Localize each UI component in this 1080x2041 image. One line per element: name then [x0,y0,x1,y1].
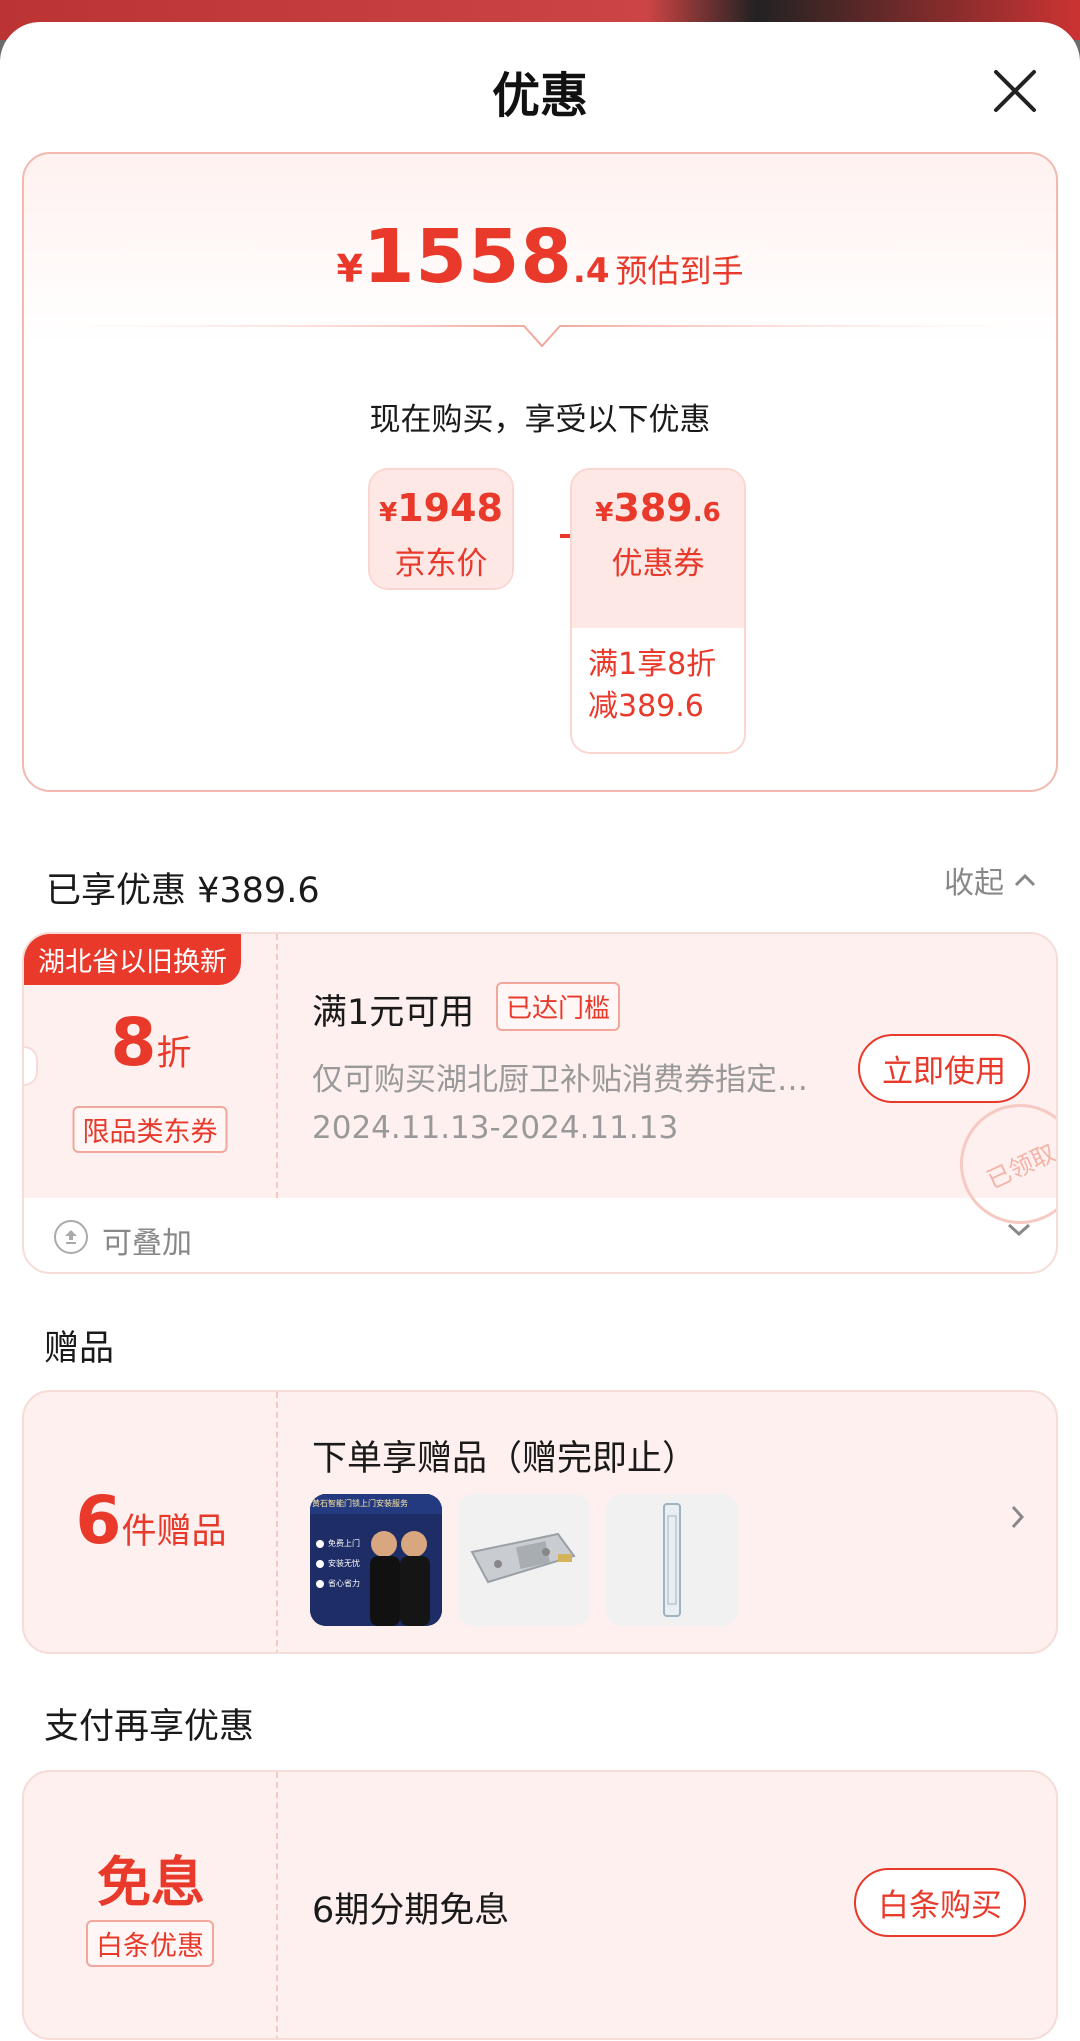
close-button[interactable] [988,64,1042,118]
baitiao-tag: 白条优惠 [86,1920,214,1967]
thumb-item-3: 省心省力 [328,1579,360,1588]
collapse-toggle[interactable]: 收起 [944,858,1036,902]
gift-thumb-service: 黄石智能门锁上门安装服务 免费上门 安装无忧 省心省力 [310,1494,442,1626]
use-now-button[interactable]: 立即使用 [858,1034,1030,1103]
promotions-sheet: 优惠 ¥1558.4 预估到手 现在购买，享受以下优惠 ¥1948 京东价 ¥38… [0,22,1080,2041]
thumb-item-2: 安装无忧 [328,1559,360,1568]
baitiao-buy-button[interactable]: 白条购买 [854,1868,1026,1937]
coupon-discount: 8折 [110,1004,192,1081]
gift-chevron [1010,1504,1026,1534]
coupon-price-amount: 389 [613,486,693,530]
stack-icon [54,1220,88,1254]
stackable-row[interactable]: 可叠加 [24,1198,1056,1272]
expand-chevron[interactable] [1006,1222,1032,1242]
jd-price-box: ¥1948 京东价 [368,468,514,590]
gift-count: 6件赠品 [75,1482,227,1559]
payment-card: 免息 白条优惠 6期分期免息 白条购买 [22,1770,1058,2040]
gift-left-panel: 6件赠品 [24,1392,278,1652]
installment-title: 6期分期免息 [312,1891,510,1931]
stackable-label: 可叠加 [102,1226,192,1261]
strike-plate-image [606,1494,738,1626]
estimated-price: ¥1558.4 预估到手 [336,214,744,300]
coupon-title: 满1元可用 [312,993,475,1033]
thumb-item-1: 免费上门 [328,1539,360,1548]
chevron-up-icon [1014,873,1036,887]
coupon-price-box: ¥389.6 优惠券 满1享8折 减389.6 [570,468,746,754]
close-icon [994,70,1036,112]
thumb-heading: 黄石智能门锁上门安装服务 [312,1499,408,1508]
gift-title: 下单享赠品（赠完即止） [312,1439,698,1479]
chevron-right-icon [1011,1505,1025,1529]
gift-thumb-lock-body [458,1494,590,1626]
gift-card[interactable]: 6件赠品 下单享赠品（赠完即止） 黄石智能门锁上门安装服务 免费上门 安装无忧 … [22,1390,1058,1654]
payment-section-title: 支付再享优惠 [44,1707,255,1747]
gift-thumb-strike-plate [606,1494,738,1626]
summary-subtitle: 现在购买，享受以下优惠 [369,402,711,438]
interest-free-badge: 免息 [97,1851,205,1914]
jd-price-amount: 1948 [397,486,503,530]
sheet-header: 优惠 [0,22,1080,158]
divider-pointer [54,325,1030,348]
chevron-down-icon [1007,1223,1031,1237]
coupon-price-label: 优惠券 [611,546,705,582]
coupon-left-panel: 湖北省以旧换新 8折 限品类东券 [24,934,278,1198]
coupon-ribbon: 湖北省以旧换新 [24,934,241,985]
threshold-tag: 已达门槛 [496,982,621,1031]
coupon-price-detail: 满1享8折 减389.6 [588,647,717,724]
coupon-date-range: 2024.11.13-2024.11.13 [312,1110,679,1146]
jd-price-label: 京东价 [394,546,488,582]
lock-body-image [458,1494,590,1626]
price-summary-card: ¥1558.4 预估到手 现在购买，享受以下优惠 ¥1948 京东价 ¥389.6… [22,152,1058,792]
sheet-title: 优惠 [491,68,588,124]
coupon-card: 湖北省以旧换新 8折 限品类东券 满1元可用 已达门槛 仅可购买湖北厨卫补贴消费… [22,932,1058,1274]
enjoyed-discount-title: 已享优惠 ¥389.6 [46,871,320,911]
gifts-section-title: 赠品 [44,1329,115,1369]
coupon-description: 仅可购买湖北厨卫补贴消费券指定商品 [312,1062,832,1098]
coupon-type-tag: 限品类东券 [72,1106,228,1153]
collapse-label: 收起 [944,866,1004,901]
payment-left-panel: 免息 白条优惠 [24,1772,278,2038]
